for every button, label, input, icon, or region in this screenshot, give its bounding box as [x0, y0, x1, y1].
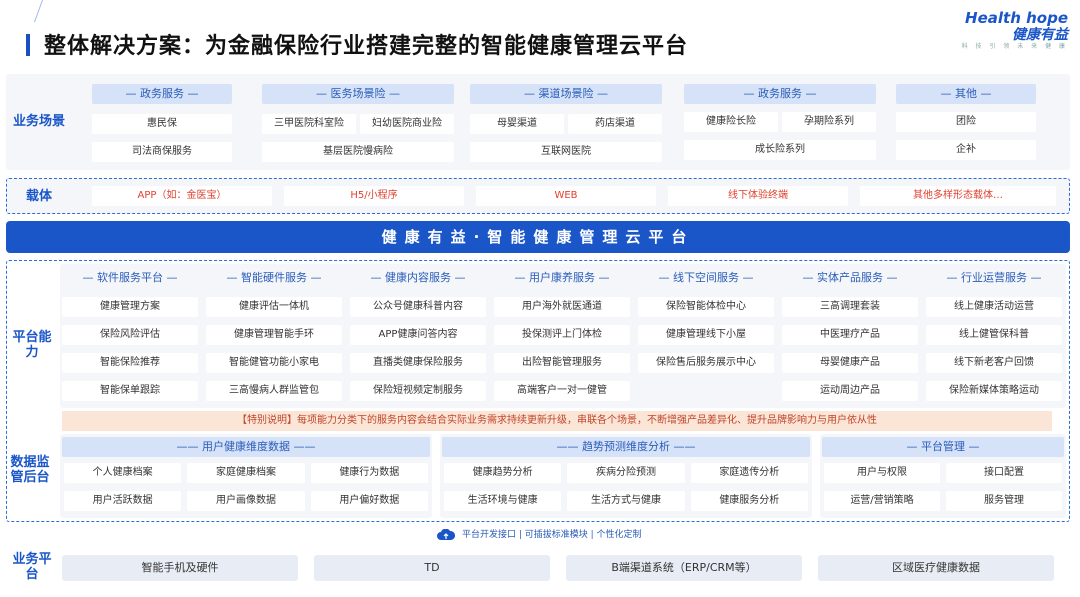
platform-label: 平台能力 [12, 330, 52, 360]
capability-column-header: — 用户康养服务 — [514, 271, 610, 284]
data-item: 生活环境与健康 [444, 491, 562, 511]
scenario-item: 企补 [896, 140, 1036, 160]
page-title: 整体解决方案：为金融保险行业搭建完整的智能健康管理云平台 [44, 34, 689, 59]
scenario-item: 基层医院慢病险 [262, 142, 454, 162]
data-item: 用户偏好数据 [310, 491, 428, 511]
scenario-item: 互联网医院 [470, 142, 662, 162]
logo-slogan: 科 技 引 领 未 来 健 康 [961, 43, 1068, 50]
capability-item: 保险短视频定制服务 [350, 381, 486, 401]
capability-item: 智能保险推荐 [62, 353, 198, 373]
data-item: 用户活跃数据 [64, 491, 182, 511]
logo-cn: 健康有益 [1012, 27, 1068, 43]
capability-column-header: — 行业运营服务 — [946, 271, 1042, 284]
capability-item: 投保测评上门体检 [494, 325, 630, 345]
capability-item: 健康管理线下小屋 [638, 325, 774, 345]
data-item: 运营/营销策略 [824, 491, 940, 511]
capability-item: 用户海外就医通道 [494, 297, 630, 317]
capability-item: 运动周边产品 [782, 381, 918, 401]
decorative-line [33, 0, 44, 22]
capability-column-header: — 线下空间服务 — [658, 271, 754, 284]
business-platform-item: 智能手机及硬件 [62, 555, 298, 581]
scenario-item: 药店渠道 [568, 114, 662, 134]
data-item: 家庭健康档案 [187, 463, 305, 483]
api-description: 平台开发接口 | 可插拔标准模块 | 个性化定制 [462, 530, 642, 540]
capability-item: 中医理疗产品 [782, 325, 918, 345]
carrier-item: 线下体验终端 [668, 186, 848, 206]
carrier-item: H5/小程序 [284, 186, 464, 206]
data-group-header: — 平台管理 — [822, 437, 1064, 457]
data-item: 生活方式与健康 [567, 491, 685, 511]
capability-item: 三高调理套装 [782, 297, 918, 317]
scenario-item: 司法商保服务 [92, 142, 232, 162]
carrier-item: APP（如：金医宝） [92, 186, 272, 206]
special-notice: 【特别说明】每项能力分类下的服务内容会结合实际业务需求持续更新升级，串联各个场景… [62, 411, 1052, 431]
capability-column-header: — 健康内容服务 — [370, 271, 466, 284]
capability-item: 三高慢病人群监管包 [206, 381, 342, 401]
capability-item: 线上健管保科普 [926, 325, 1062, 345]
platform-banner: 健康有益·智能健康管理云平台 [6, 221, 1070, 253]
scenario-group-header: — 其他 — [896, 84, 1036, 104]
data-item: 用户画像数据 [187, 491, 305, 511]
scenario-item: 健康险长险 [684, 112, 778, 132]
capability-item: 直播类健康保险服务 [350, 353, 486, 373]
capability-column-header: — 智能硬件服务 — [226, 271, 322, 284]
capability-item: 健康评估一体机 [206, 297, 342, 317]
cloud-icon [437, 526, 456, 540]
data-item: 用户与权限 [824, 463, 940, 483]
data-item: 家庭遗传分析 [690, 463, 808, 483]
slide: 整体解决方案：为金融保险行业搭建完整的智能健康管理云平台 Health hope… [0, 0, 1080, 597]
capability-item: 健康管理方案 [62, 297, 198, 317]
brand-logo: Health hope 健康有益 科 技 引 领 未 来 健 康 [958, 10, 1068, 51]
carrier-item: 其他多样形态载体… [860, 186, 1056, 206]
business-platform-item: TD [314, 555, 550, 581]
data-backend-label: 数据监管后台 [10, 455, 50, 485]
capability-item: 线下新老客户回馈 [926, 353, 1062, 373]
business-scenarios-label: 业务场景 [12, 114, 65, 129]
data-item: 服务管理 [946, 491, 1062, 511]
capability-item: 健康管理智能手环 [206, 325, 342, 345]
data-item: 接口配置 [946, 463, 1062, 483]
capability-item: 保险新媒体策略运动 [926, 381, 1062, 401]
scenario-item: 孕期险系列 [782, 112, 876, 132]
capability-item: 高端客户一对一健管 [494, 381, 630, 401]
title-accent-bar [26, 34, 30, 56]
capability-item: 出险智能管理服务 [494, 353, 630, 373]
carrier-item: WEB [476, 186, 656, 206]
capability-item: APP健康问答内容 [350, 325, 486, 345]
scenario-item: 惠民保 [92, 114, 232, 134]
scenario-item: 三甲医院科室险 [262, 114, 356, 134]
capability-item: 智能保单跟踪 [62, 381, 198, 401]
capability-item: 公众号健康科普内容 [350, 297, 486, 317]
scenario-item: 妇幼医院商业险 [360, 114, 454, 134]
capability-item: 保险售后服务展示中心 [638, 353, 774, 373]
scenario-group-header: — 医务场景险 — [262, 84, 454, 104]
business-platform-label: 业务平台 [12, 552, 52, 582]
carrier-label: 载体 [25, 189, 52, 204]
scenario-group-header: — 政务服务 — [684, 84, 876, 104]
capability-column-header: — 实体产品服务 — [802, 271, 898, 284]
capability-item: 保险风险评估 [62, 325, 198, 345]
scenario-item: 团险 [896, 112, 1036, 132]
data-group-header: —— 趋势预测维度分析 —— [442, 437, 810, 457]
scenario-group-header: — 政务服务 — [92, 84, 232, 104]
capability-item: 保险智能体检中心 [638, 297, 774, 317]
capability-item: 线上健康活动运营 [926, 297, 1062, 317]
data-group-header: —— 用户健康维度数据 —— [62, 437, 430, 457]
capability-column-header: — 软件服务平台 — [82, 271, 178, 284]
data-item: 个人健康档案 [64, 463, 182, 483]
scenario-group-header: — 渠道场景险 — [470, 84, 662, 104]
logo-en: Health hope [965, 9, 1068, 27]
data-item: 健康趋势分析 [444, 463, 562, 483]
data-item: 疾病分险预测 [567, 463, 685, 483]
business-platform-item: 区域医疗健康数据 [818, 555, 1054, 581]
business-platform-item: B端渠道系统（ERP/CRM等） [566, 555, 802, 581]
scenario-item: 母婴渠道 [470, 114, 564, 134]
data-item: 健康行为数据 [310, 463, 428, 483]
data-item: 健康服务分析 [690, 491, 808, 511]
capability-item: 智能健管功能小家电 [206, 353, 342, 373]
scenario-item: 成长险系列 [684, 140, 876, 160]
capability-item: 母婴健康产品 [782, 353, 918, 373]
capability-item [638, 381, 774, 401]
